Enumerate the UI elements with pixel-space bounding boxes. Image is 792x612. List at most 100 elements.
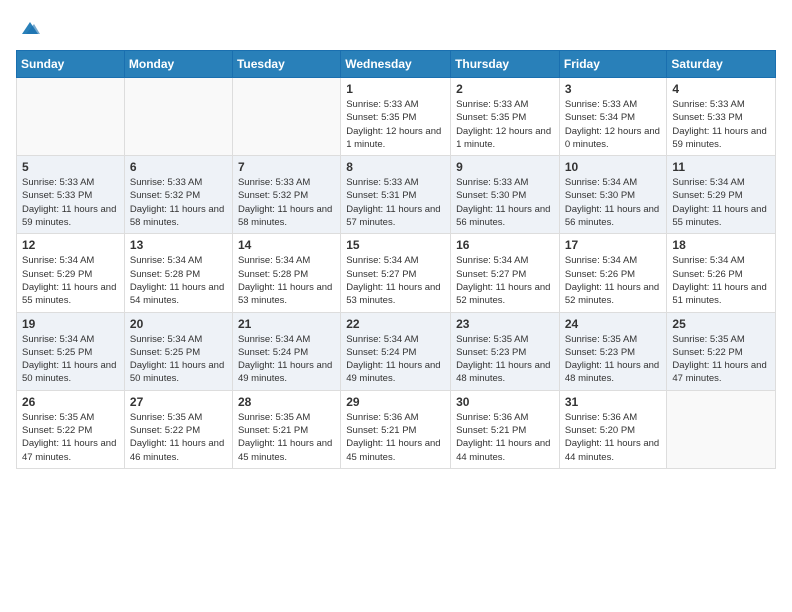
day-info: Sunrise: 5:33 AM Sunset: 5:33 PM Dayligh… <box>22 176 119 229</box>
day-info: Sunrise: 5:34 AM Sunset: 5:29 PM Dayligh… <box>22 254 119 307</box>
day-number: 15 <box>346 238 445 252</box>
calendar-cell: 25 Sunrise: 5:35 AM Sunset: 5:22 PM Dayli… <box>667 312 776 390</box>
day-info: Sunrise: 5:33 AM Sunset: 5:33 PM Dayligh… <box>672 98 770 151</box>
day-info: Sunrise: 5:34 AM Sunset: 5:27 PM Dayligh… <box>346 254 445 307</box>
day-info: Sunrise: 5:35 AM Sunset: 5:22 PM Dayligh… <box>130 411 227 464</box>
calendar-cell: 1 Sunrise: 5:33 AM Sunset: 5:35 PM Daylig… <box>341 78 451 156</box>
day-info: Sunrise: 5:35 AM Sunset: 5:23 PM Dayligh… <box>456 333 554 386</box>
day-info: Sunrise: 5:34 AM Sunset: 5:28 PM Dayligh… <box>238 254 335 307</box>
day-number: 30 <box>456 395 554 409</box>
calendar-cell: 28Sunrise: 5:35 AM Sunset: 5:21 PM Dayli… <box>232 390 340 468</box>
calendar-cell: 26 Sunrise: 5:35 AM Sunset: 5:22 PM Dayli… <box>17 390 125 468</box>
calendar-week-3: 12 Sunrise: 5:34 AM Sunset: 5:29 PM Dayli… <box>17 234 776 312</box>
calendar-cell: 15 Sunrise: 5:34 AM Sunset: 5:27 PM Dayli… <box>341 234 451 312</box>
day-number: 6 <box>130 160 227 174</box>
day-number: 20 <box>130 317 227 331</box>
day-info: Sunrise: 5:34 AM Sunset: 5:27 PM Dayligh… <box>456 254 554 307</box>
day-number: 17 <box>565 238 662 252</box>
day-info: Sunrise: 5:33 AM Sunset: 5:32 PM Dayligh… <box>130 176 227 229</box>
day-number: 27 <box>130 395 227 409</box>
calendar-cell: 13Sunrise: 5:34 AM Sunset: 5:28 PM Dayli… <box>124 234 232 312</box>
logo-icon <box>18 16 42 40</box>
day-number: 19 <box>22 317 119 331</box>
calendar-cell: 10 Sunrise: 5:34 AM Sunset: 5:30 PM Dayli… <box>559 156 667 234</box>
calendar-cell: 27 Sunrise: 5:35 AM Sunset: 5:22 PM Dayli… <box>124 390 232 468</box>
day-number: 21 <box>238 317 335 331</box>
day-info: Sunrise: 5:33 AM Sunset: 5:32 PM Dayligh… <box>238 176 335 229</box>
day-number: 2 <box>456 82 554 96</box>
day-info: Sunrise: 5:33 AM Sunset: 5:30 PM Dayligh… <box>456 176 554 229</box>
calendar-cell: 17 Sunrise: 5:34 AM Sunset: 5:26 PM Dayli… <box>559 234 667 312</box>
day-number: 12 <box>22 238 119 252</box>
calendar-cell: 29 Sunrise: 5:36 AM Sunset: 5:21 PM Dayli… <box>341 390 451 468</box>
calendar-cell: 30 Sunrise: 5:36 AM Sunset: 5:21 PM Dayli… <box>451 390 560 468</box>
calendar-week-4: 19 Sunrise: 5:34 AM Sunset: 5:25 PM Dayli… <box>17 312 776 390</box>
day-number: 26 <box>22 395 119 409</box>
day-info: Sunrise: 5:35 AM Sunset: 5:22 PM Dayligh… <box>22 411 119 464</box>
weekday-header-tuesday: Tuesday <box>232 51 340 78</box>
day-number: 3 <box>565 82 662 96</box>
calendar-cell: 11 Sunrise: 5:34 AM Sunset: 5:29 PM Dayli… <box>667 156 776 234</box>
calendar-cell: 31 Sunrise: 5:36 AM Sunset: 5:20 PM Dayli… <box>559 390 667 468</box>
weekday-header-saturday: Saturday <box>667 51 776 78</box>
calendar-cell: 22Sunrise: 5:34 AM Sunset: 5:24 PM Dayli… <box>341 312 451 390</box>
day-number: 24 <box>565 317 662 331</box>
day-info: Sunrise: 5:36 AM Sunset: 5:21 PM Dayligh… <box>456 411 554 464</box>
calendar-cell: 19 Sunrise: 5:34 AM Sunset: 5:25 PM Dayli… <box>17 312 125 390</box>
calendar-cell: 21 Sunrise: 5:34 AM Sunset: 5:24 PM Dayli… <box>232 312 340 390</box>
day-info: Sunrise: 5:34 AM Sunset: 5:24 PM Dayligh… <box>238 333 335 386</box>
day-info: Sunrise: 5:34 AM Sunset: 5:30 PM Dayligh… <box>565 176 662 229</box>
page-header <box>16 16 776 40</box>
weekday-header-thursday: Thursday <box>451 51 560 78</box>
weekday-header-row: SundayMondayTuesdayWednesdayThursdayFrid… <box>17 51 776 78</box>
day-info: Sunrise: 5:34 AM Sunset: 5:24 PM Dayligh… <box>346 333 445 386</box>
day-info: Sunrise: 5:36 AM Sunset: 5:20 PM Dayligh… <box>565 411 662 464</box>
weekday-header-friday: Friday <box>559 51 667 78</box>
day-number: 9 <box>456 160 554 174</box>
day-number: 1 <box>346 82 445 96</box>
calendar-cell: 23 Sunrise: 5:35 AM Sunset: 5:23 PM Dayli… <box>451 312 560 390</box>
day-number: 23 <box>456 317 554 331</box>
day-info: Sunrise: 5:36 AM Sunset: 5:21 PM Dayligh… <box>346 411 445 464</box>
day-info: Sunrise: 5:34 AM Sunset: 5:29 PM Dayligh… <box>672 176 770 229</box>
calendar-cell: 4 Sunrise: 5:33 AM Sunset: 5:33 PM Daylig… <box>667 78 776 156</box>
calendar-cell <box>232 78 340 156</box>
day-number: 10 <box>565 160 662 174</box>
calendar-cell: 2 Sunrise: 5:33 AM Sunset: 5:35 PM Daylig… <box>451 78 560 156</box>
day-info: Sunrise: 5:33 AM Sunset: 5:34 PM Dayligh… <box>565 98 662 151</box>
weekday-header-wednesday: Wednesday <box>341 51 451 78</box>
day-info: Sunrise: 5:34 AM Sunset: 5:26 PM Dayligh… <box>565 254 662 307</box>
day-info: Sunrise: 5:35 AM Sunset: 5:22 PM Dayligh… <box>672 333 770 386</box>
calendar-cell: 6 Sunrise: 5:33 AM Sunset: 5:32 PM Daylig… <box>124 156 232 234</box>
day-info: Sunrise: 5:33 AM Sunset: 5:35 PM Dayligh… <box>456 98 554 151</box>
day-number: 11 <box>672 160 770 174</box>
day-number: 16 <box>456 238 554 252</box>
weekday-header-sunday: Sunday <box>17 51 125 78</box>
day-number: 14 <box>238 238 335 252</box>
calendar-cell <box>124 78 232 156</box>
day-info: Sunrise: 5:34 AM Sunset: 5:25 PM Dayligh… <box>130 333 227 386</box>
calendar-cell: 20 Sunrise: 5:34 AM Sunset: 5:25 PM Dayli… <box>124 312 232 390</box>
day-number: 4 <box>672 82 770 96</box>
calendar-week-2: 5Sunrise: 5:33 AM Sunset: 5:33 PM Daylig… <box>17 156 776 234</box>
calendar-cell: 18Sunrise: 5:34 AM Sunset: 5:26 PM Dayli… <box>667 234 776 312</box>
day-info: Sunrise: 5:33 AM Sunset: 5:31 PM Dayligh… <box>346 176 445 229</box>
calendar-cell: 7Sunrise: 5:33 AM Sunset: 5:32 PM Daylig… <box>232 156 340 234</box>
day-number: 13 <box>130 238 227 252</box>
calendar-cell: 24 Sunrise: 5:35 AM Sunset: 5:23 PM Dayli… <box>559 312 667 390</box>
calendar-cell: 8Sunrise: 5:33 AM Sunset: 5:31 PM Daylig… <box>341 156 451 234</box>
day-info: Sunrise: 5:33 AM Sunset: 5:35 PM Dayligh… <box>346 98 445 151</box>
logo <box>16 16 42 40</box>
day-number: 29 <box>346 395 445 409</box>
calendar-week-1: 1 Sunrise: 5:33 AM Sunset: 5:35 PM Daylig… <box>17 78 776 156</box>
day-number: 25 <box>672 317 770 331</box>
calendar-cell: 14 Sunrise: 5:34 AM Sunset: 5:28 PM Dayli… <box>232 234 340 312</box>
calendar-cell: 12 Sunrise: 5:34 AM Sunset: 5:29 PM Dayli… <box>17 234 125 312</box>
day-info: Sunrise: 5:35 AM Sunset: 5:23 PM Dayligh… <box>565 333 662 386</box>
day-number: 31 <box>565 395 662 409</box>
day-info: Sunrise: 5:34 AM Sunset: 5:25 PM Dayligh… <box>22 333 119 386</box>
calendar-cell: 16 Sunrise: 5:34 AM Sunset: 5:27 PM Dayli… <box>451 234 560 312</box>
calendar-cell: 3 Sunrise: 5:33 AM Sunset: 5:34 PM Daylig… <box>559 78 667 156</box>
day-info: Sunrise: 5:35 AM Sunset: 5:21 PM Dayligh… <box>238 411 335 464</box>
calendar-table: SundayMondayTuesdayWednesdayThursdayFrid… <box>16 50 776 469</box>
